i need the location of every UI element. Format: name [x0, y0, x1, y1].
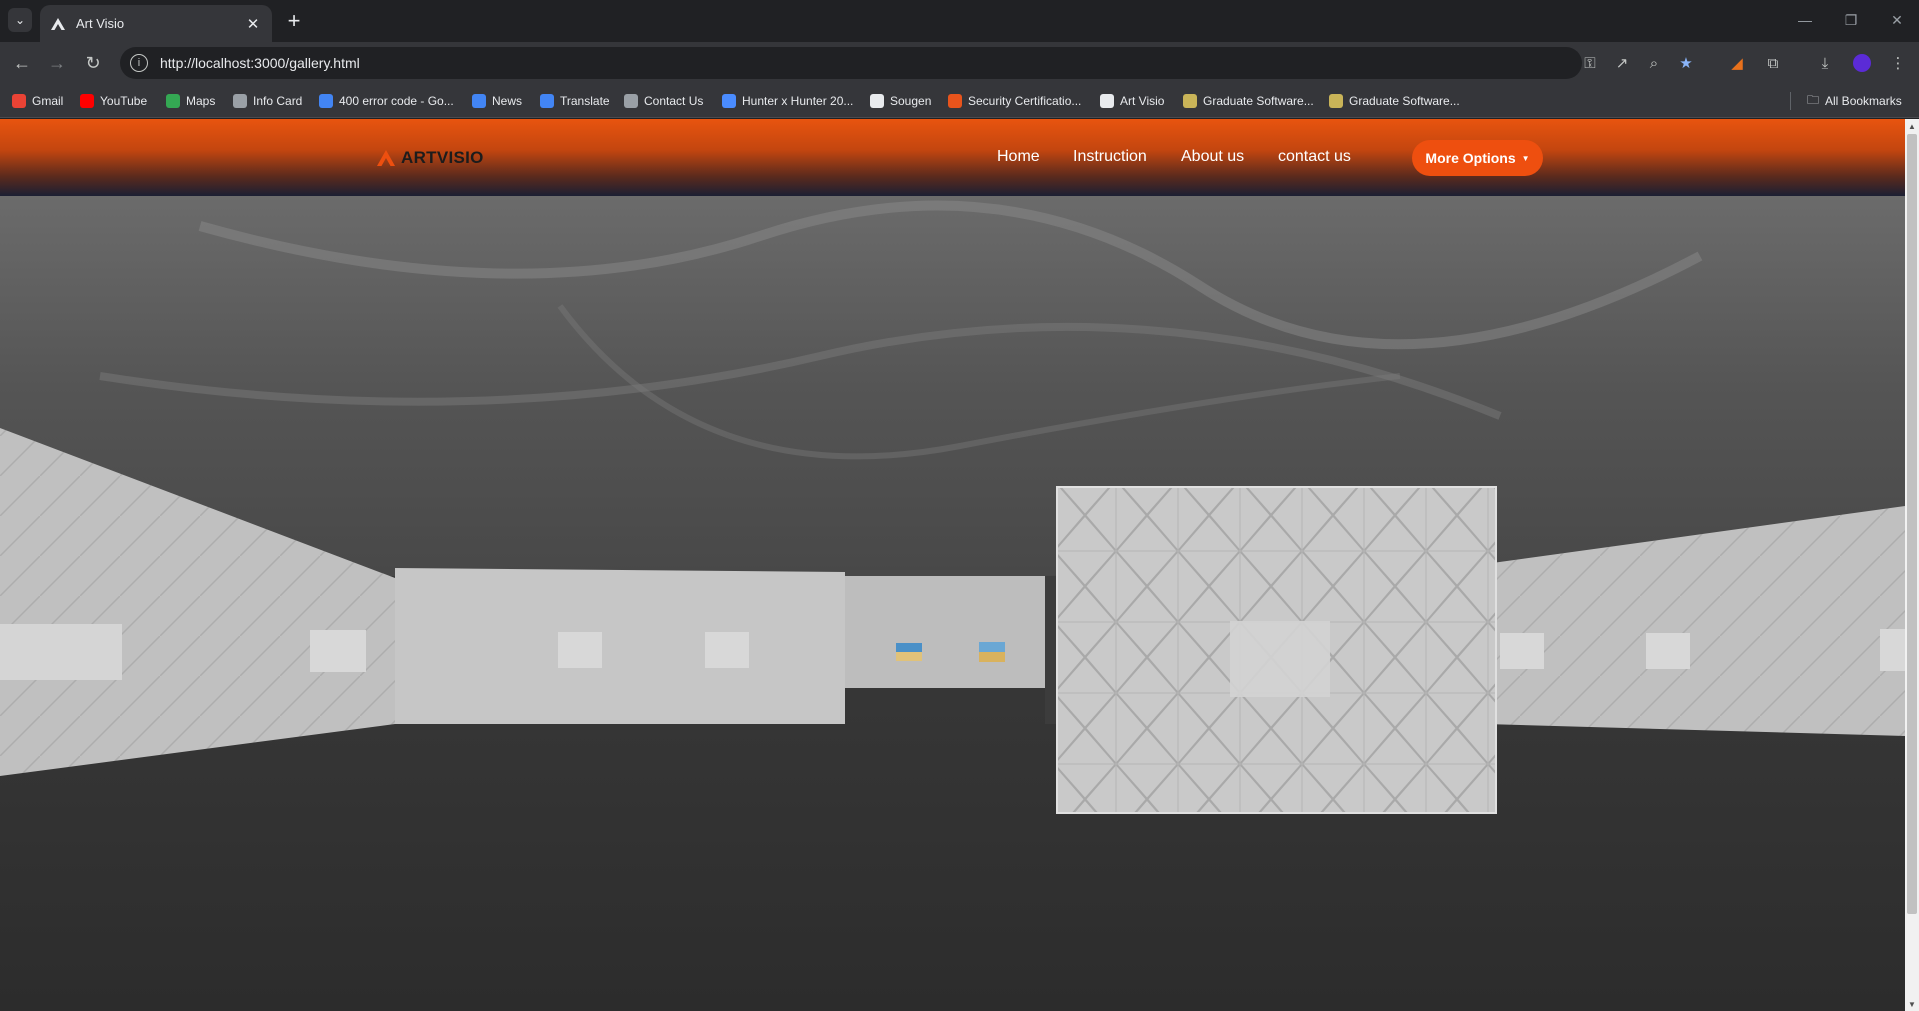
nav-instruction[interactable]: Instruction — [1073, 148, 1147, 166]
download-icon[interactable]: ⤓ — [1814, 52, 1836, 74]
doc-icon — [1329, 94, 1343, 108]
artwork-frame[interactable] — [1500, 633, 1544, 669]
bookmark-label: Graduate Software... — [1203, 94, 1314, 108]
bookmark-item[interactable]: News — [472, 91, 522, 111]
artvisio-favicon-icon — [50, 16, 66, 32]
artwork-frame[interactable] — [558, 632, 602, 668]
address-bar[interactable]: i http://localhost:3000/gallery.html — [120, 47, 1582, 79]
bookmark-label: Info Card — [253, 94, 303, 108]
caret-down-icon: ▼ — [1521, 153, 1530, 163]
bookmark-item[interactable]: Hunter x Hunter 20... — [722, 91, 853, 111]
maps-icon — [166, 94, 180, 108]
bookmark-label: News — [492, 94, 523, 108]
nav-home[interactable]: Home — [997, 148, 1040, 166]
scroll-up-icon[interactable]: ▲ — [1905, 119, 1919, 133]
gallery-3d-canvas[interactable] — [0, 196, 1905, 1011]
site-navbar — [0, 119, 1905, 196]
profile-avatar[interactable] — [1851, 52, 1873, 74]
bookmark-item[interactable]: Gmail — [12, 91, 63, 111]
bookmark-item[interactable]: Translate — [540, 91, 610, 111]
bookmark-star-icon[interactable]: ★ — [1675, 52, 1697, 74]
bookmarks-bar: Gmail YouTube Maps Info Card 400 error code … — [0, 84, 1919, 118]
extensions-puzzle-icon[interactable]: ⧉ — [1762, 52, 1784, 74]
extension-orange-icon[interactable]: ◢ — [1726, 52, 1748, 74]
logo-text: ARTVISIO — [401, 148, 484, 167]
bookmark-label: 400 error code - Go... — [339, 94, 454, 108]
nav-about-us[interactable]: About us — [1181, 148, 1244, 166]
bookmark-label: Contact Us — [644, 94, 704, 108]
loading-icon — [870, 94, 884, 108]
bookmark-label: Translate — [560, 94, 610, 108]
bookmark-item[interactable]: Sougen — [870, 91, 931, 111]
scrollbar-thumb[interactable] — [1907, 134, 1917, 914]
close-window-icon[interactable]: ✕ — [1880, 8, 1914, 32]
bookmark-item[interactable]: Info Card — [233, 91, 302, 111]
artwork-frame[interactable] — [1230, 621, 1330, 697]
play-icon — [722, 94, 736, 108]
contact-icon — [624, 94, 638, 108]
bookmark-label: Hunter x Hunter 20... — [742, 94, 854, 108]
zoom-icon[interactable]: ⌕ — [1643, 52, 1665, 74]
news-icon — [472, 94, 486, 108]
more-options-button[interactable]: More Options ▼ — [1412, 140, 1543, 176]
bookmark-item[interactable]: Contact Us — [624, 91, 703, 111]
minimize-icon[interactable]: — — [1788, 8, 1822, 32]
bookmark-item[interactable]: Graduate Software... — [1329, 91, 1460, 111]
bookmark-label: Maps — [186, 94, 216, 108]
bookmark-label: Security Certificatio... — [968, 94, 1082, 108]
all-bookmarks-label: All Bookmarks — [1825, 94, 1902, 108]
artvisio-logo-icon — [377, 150, 395, 166]
browser-tab[interactable]: Art Visio ✕ — [40, 5, 272, 42]
folder-icon: 🗀 — [1807, 92, 1820, 107]
artwork-frame[interactable] — [0, 624, 122, 680]
bookmark-item[interactable]: Security Certificatio... — [948, 91, 1081, 111]
gmail-icon — [12, 94, 26, 108]
site-logo[interactable]: ARTVISIO — [377, 148, 484, 168]
bookmark-label: YouTube — [100, 94, 148, 108]
artwork-frame[interactable] — [705, 632, 749, 668]
open-in-new-icon[interactable]: ↗ — [1611, 52, 1633, 74]
tab-search-button[interactable]: ⌄ — [8, 8, 32, 32]
restore-icon[interactable]: ❐ — [1834, 8, 1868, 32]
bookmark-item[interactable]: Graduate Software... — [1183, 91, 1314, 111]
bookmarks-divider — [1790, 92, 1791, 110]
artwork-frame[interactable] — [1880, 629, 1905, 671]
more-options-label: More Options — [1425, 150, 1516, 166]
bookmark-label: Graduate Software... — [1349, 94, 1460, 108]
url-text: http://localhost:3000/gallery.html — [160, 55, 360, 71]
artwork-frame[interactable] — [1646, 633, 1690, 669]
doc-icon — [1183, 94, 1197, 108]
bookmark-item[interactable]: YouTube — [80, 91, 147, 111]
nav-contact-us[interactable]: contact us — [1278, 148, 1351, 166]
menu-kebab-icon[interactable]: ⋮ — [1887, 52, 1909, 74]
artvisio-icon — [1100, 94, 1114, 108]
translate-icon — [540, 94, 554, 108]
bookmark-label: Art Visio — [1120, 94, 1165, 108]
back-icon[interactable]: ← — [9, 50, 35, 76]
bookmark-label: Sougen — [890, 94, 932, 108]
bookmark-item[interactable]: 400 error code - Go... — [319, 91, 454, 111]
back-left-wall — [395, 568, 845, 724]
bookmark-item[interactable]: Art Visio — [1100, 91, 1164, 111]
bookmark-item[interactable]: Maps — [166, 91, 215, 111]
tab-title: Art Visio — [76, 16, 125, 31]
site-info-icon[interactable]: i — [130, 54, 148, 72]
back-center-wall — [845, 576, 1050, 688]
close-tab-icon[interactable]: ✕ — [242, 13, 264, 35]
google-icon — [319, 94, 333, 108]
chevron-down-icon: ⌄ — [14, 13, 26, 27]
certificate-icon — [948, 94, 962, 108]
reload-icon[interactable]: ↻ — [80, 50, 106, 76]
password-key-icon[interactable]: ⚿ — [1579, 52, 1601, 74]
new-tab-button[interactable]: + — [282, 8, 306, 33]
all-bookmarks-button[interactable]: 🗀 All Bookmarks — [1807, 91, 1902, 111]
bookmark-label: Gmail — [32, 94, 64, 108]
ceiling — [0, 196, 1905, 576]
forward-icon[interactable]: → — [44, 50, 70, 76]
globe-icon — [233, 94, 247, 108]
scroll-down-icon[interactable]: ▼ — [1905, 997, 1919, 1011]
youtube-icon — [80, 94, 94, 108]
browser-toolbar: ← → ↻ i http://localhost:3000/gallery.ht… — [0, 42, 1919, 84]
artwork-frame[interactable] — [310, 630, 366, 672]
